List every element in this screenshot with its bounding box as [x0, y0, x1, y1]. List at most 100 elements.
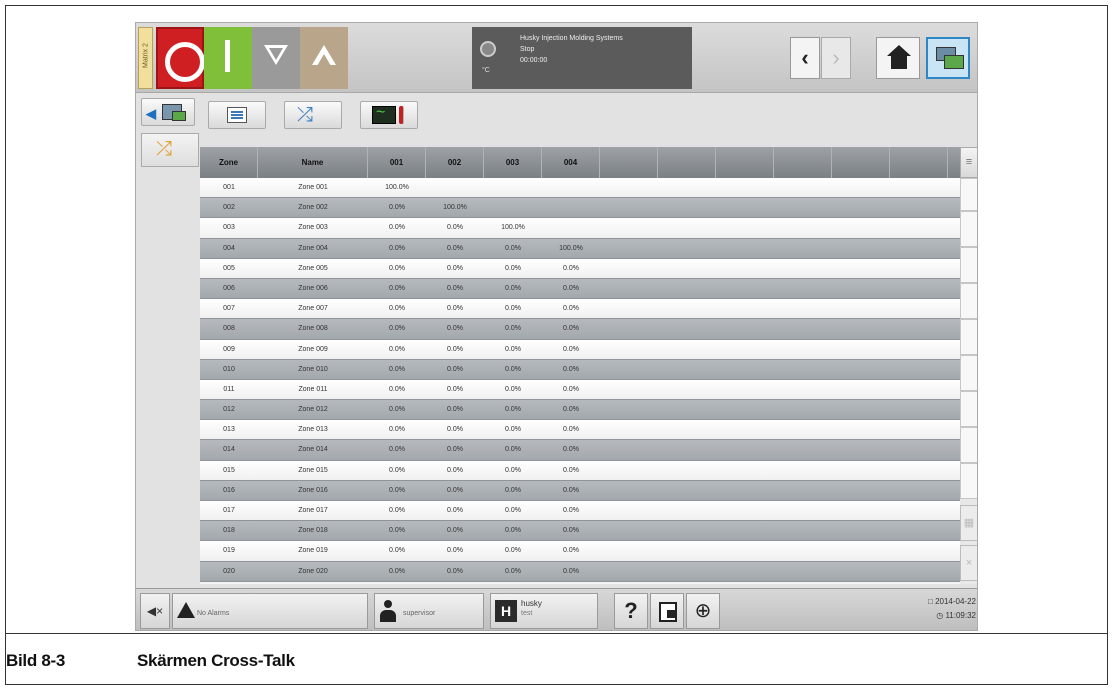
- crosstalk-cell: 0.0%: [389, 345, 405, 353]
- stop-button[interactable]: [156, 27, 205, 89]
- name-cell: Zone 004: [298, 244, 328, 252]
- table-row[interactable]: 003 Zone 003 0.0% 0.0% 100.0%: [200, 218, 960, 239]
- empty-cell: [774, 562, 832, 581]
- empty-cell: [774, 461, 832, 480]
- table-row[interactable]: 012 Zone 012 0.0% 0.0% 0.0% 0.0%: [200, 400, 960, 421]
- table-row[interactable]: 004 Zone 004 0.0% 0.0% 0.0% 100.0%: [200, 238, 960, 259]
- menu-icon[interactable]: ≡: [960, 147, 977, 178]
- zone-cell: 006: [223, 284, 235, 292]
- table-row[interactable]: 007 Zone 007 0.0% 0.0% 0.0% 0.0%: [200, 299, 960, 320]
- screens-icon[interactable]: [926, 37, 970, 79]
- crosstalk-cell: 0.0%: [563, 284, 579, 292]
- side-cell: [960, 355, 977, 391]
- crosstalk-cell: 0.0%: [505, 426, 521, 434]
- start-button[interactable]: [204, 27, 252, 89]
- empty-cell: [716, 541, 774, 560]
- empty-cell: [890, 541, 948, 560]
- table-row[interactable]: 017 Zone 017 0.0% 0.0% 0.0% 0.0%: [200, 501, 960, 522]
- empty-cell: [774, 360, 832, 379]
- crosstalk-cell: 0.0%: [389, 426, 405, 434]
- empty-cell: [716, 562, 774, 581]
- user-button[interactable]: supervisor: [374, 593, 484, 629]
- crosstalk-cell: 0.0%: [389, 486, 405, 494]
- table-row[interactable]: 014 Zone 014 0.0% 0.0% 0.0% 0.0%: [200, 440, 960, 461]
- bottom-bar: ◀× No Alarms supervisor H husky test ? ⊕…: [136, 588, 977, 630]
- table-row[interactable]: 009 Zone 009 0.0% 0.0% 0.0% 0.0%: [200, 339, 960, 360]
- crosstalk-cell: 0.0%: [389, 446, 405, 454]
- table-row[interactable]: 011 Zone 011 0.0% 0.0% 0.0% 0.0%: [200, 379, 960, 401]
- forward-button[interactable]: ›: [821, 37, 851, 79]
- table-row[interactable]: 019 Zone 019 0.0% 0.0% 0.0% 0.0%: [200, 541, 960, 562]
- table-row[interactable]: 001 Zone 001 100.0%: [200, 178, 960, 199]
- name-cell: Zone 010: [298, 365, 328, 373]
- table-row[interactable]: 006 Zone 006 0.0% 0.0% 0.0% 0.0%: [200, 278, 960, 300]
- name-cell: Zone 013: [298, 426, 328, 434]
- crosstalk-cell: 0.0%: [563, 567, 579, 575]
- name-cell: Zone 003: [298, 224, 328, 232]
- graph-button[interactable]: [360, 101, 418, 129]
- screenshot-icon[interactable]: [650, 593, 684, 629]
- empty-cell: [774, 218, 832, 237]
- empty-cell: [658, 440, 716, 459]
- table-view-button[interactable]: [208, 101, 266, 129]
- crosstalk-cell: 0.0%: [505, 305, 521, 313]
- empty-cell: [832, 340, 890, 359]
- crosstalk-cell: 0.0%: [389, 365, 405, 373]
- table-row[interactable]: 013 Zone 013 0.0% 0.0% 0.0% 0.0%: [200, 420, 960, 441]
- crosstalk-cell: 0.0%: [563, 446, 579, 454]
- arrow-left-icon: ◀: [146, 106, 156, 121]
- name-cell: Zone 014: [298, 446, 328, 454]
- zone-cell: 018: [223, 527, 235, 535]
- back-to-screens-button[interactable]: ◀: [141, 98, 195, 126]
- crosstalk-cell: 0.0%: [389, 527, 405, 535]
- table-row[interactable]: 010 Zone 010 0.0% 0.0% 0.0% 0.0%: [200, 359, 960, 380]
- keypad-icon[interactable]: ▦: [960, 505, 977, 541]
- crosstalk-cell: 0.0%: [505, 325, 521, 333]
- empty-cell: [832, 239, 890, 258]
- status-state: Stop: [520, 46, 535, 53]
- crosstalk-cell: 0.0%: [505, 507, 521, 514]
- increase-button[interactable]: [300, 27, 348, 89]
- back-button[interactable]: ‹: [790, 37, 820, 79]
- crosstalk-cell: 0.0%: [563, 547, 579, 555]
- name-cell: Zone 001: [298, 184, 328, 191]
- crosstalk-cell: 0.0%: [447, 466, 463, 474]
- alarms-label: No Alarms: [197, 610, 230, 617]
- empty-cell: [890, 420, 948, 439]
- cross-talk-side-tab[interactable]: ⤮: [141, 133, 199, 167]
- zone-cell: 004: [223, 244, 235, 252]
- empty-cell: [658, 218, 716, 237]
- table-row[interactable]: 015 Zone 015 0.0% 0.0% 0.0% 0.0%: [200, 460, 960, 481]
- cross-talk-button[interactable]: ⤮: [284, 101, 342, 129]
- crosstalk-cell: 0.0%: [447, 284, 463, 292]
- table-row[interactable]: 002 Zone 002 0.0% 100.0%: [200, 198, 960, 219]
- empty-cell: [658, 259, 716, 278]
- empty-cell: [600, 380, 658, 399]
- empty-cell: [948, 501, 960, 520]
- table-row[interactable]: 018 Zone 018 0.0% 0.0% 0.0% 0.0%: [200, 521, 960, 542]
- mold-button[interactable]: H husky test: [490, 593, 598, 629]
- help-icon[interactable]: ?: [614, 593, 648, 629]
- table-row[interactable]: 005 Zone 005 0.0% 0.0% 0.0% 0.0%: [200, 258, 960, 279]
- empty-cell: [774, 420, 832, 439]
- empty-cell: [600, 259, 658, 278]
- table-row[interactable]: 020 Zone 020 0.0% 0.0% 0.0% 0.0%: [200, 561, 960, 582]
- empty-cell: [832, 319, 890, 338]
- language-icon[interactable]: ⊕: [686, 593, 720, 629]
- empty-cell: [948, 259, 960, 278]
- decrease-button[interactable]: [252, 27, 300, 89]
- zone-cell: 005: [223, 264, 235, 272]
- matrix-tab[interactable]: Matrix 2: [138, 27, 153, 89]
- empty-cell: [890, 501, 948, 520]
- clear-icon[interactable]: ×: [960, 545, 977, 581]
- table-row[interactable]: 008 Zone 008 0.0% 0.0% 0.0% 0.0%: [200, 319, 960, 340]
- name-cell: Zone 017: [298, 507, 328, 514]
- mute-icon[interactable]: ◀×: [140, 593, 170, 629]
- empty-cell: [600, 218, 658, 237]
- table-row[interactable]: 016 Zone 016 0.0% 0.0% 0.0% 0.0%: [200, 480, 960, 501]
- alarms-button[interactable]: No Alarms: [172, 593, 368, 629]
- home-icon[interactable]: [876, 37, 920, 79]
- empty-cell: [774, 259, 832, 278]
- empty-cell: [890, 562, 948, 581]
- empty-cell: [832, 198, 890, 217]
